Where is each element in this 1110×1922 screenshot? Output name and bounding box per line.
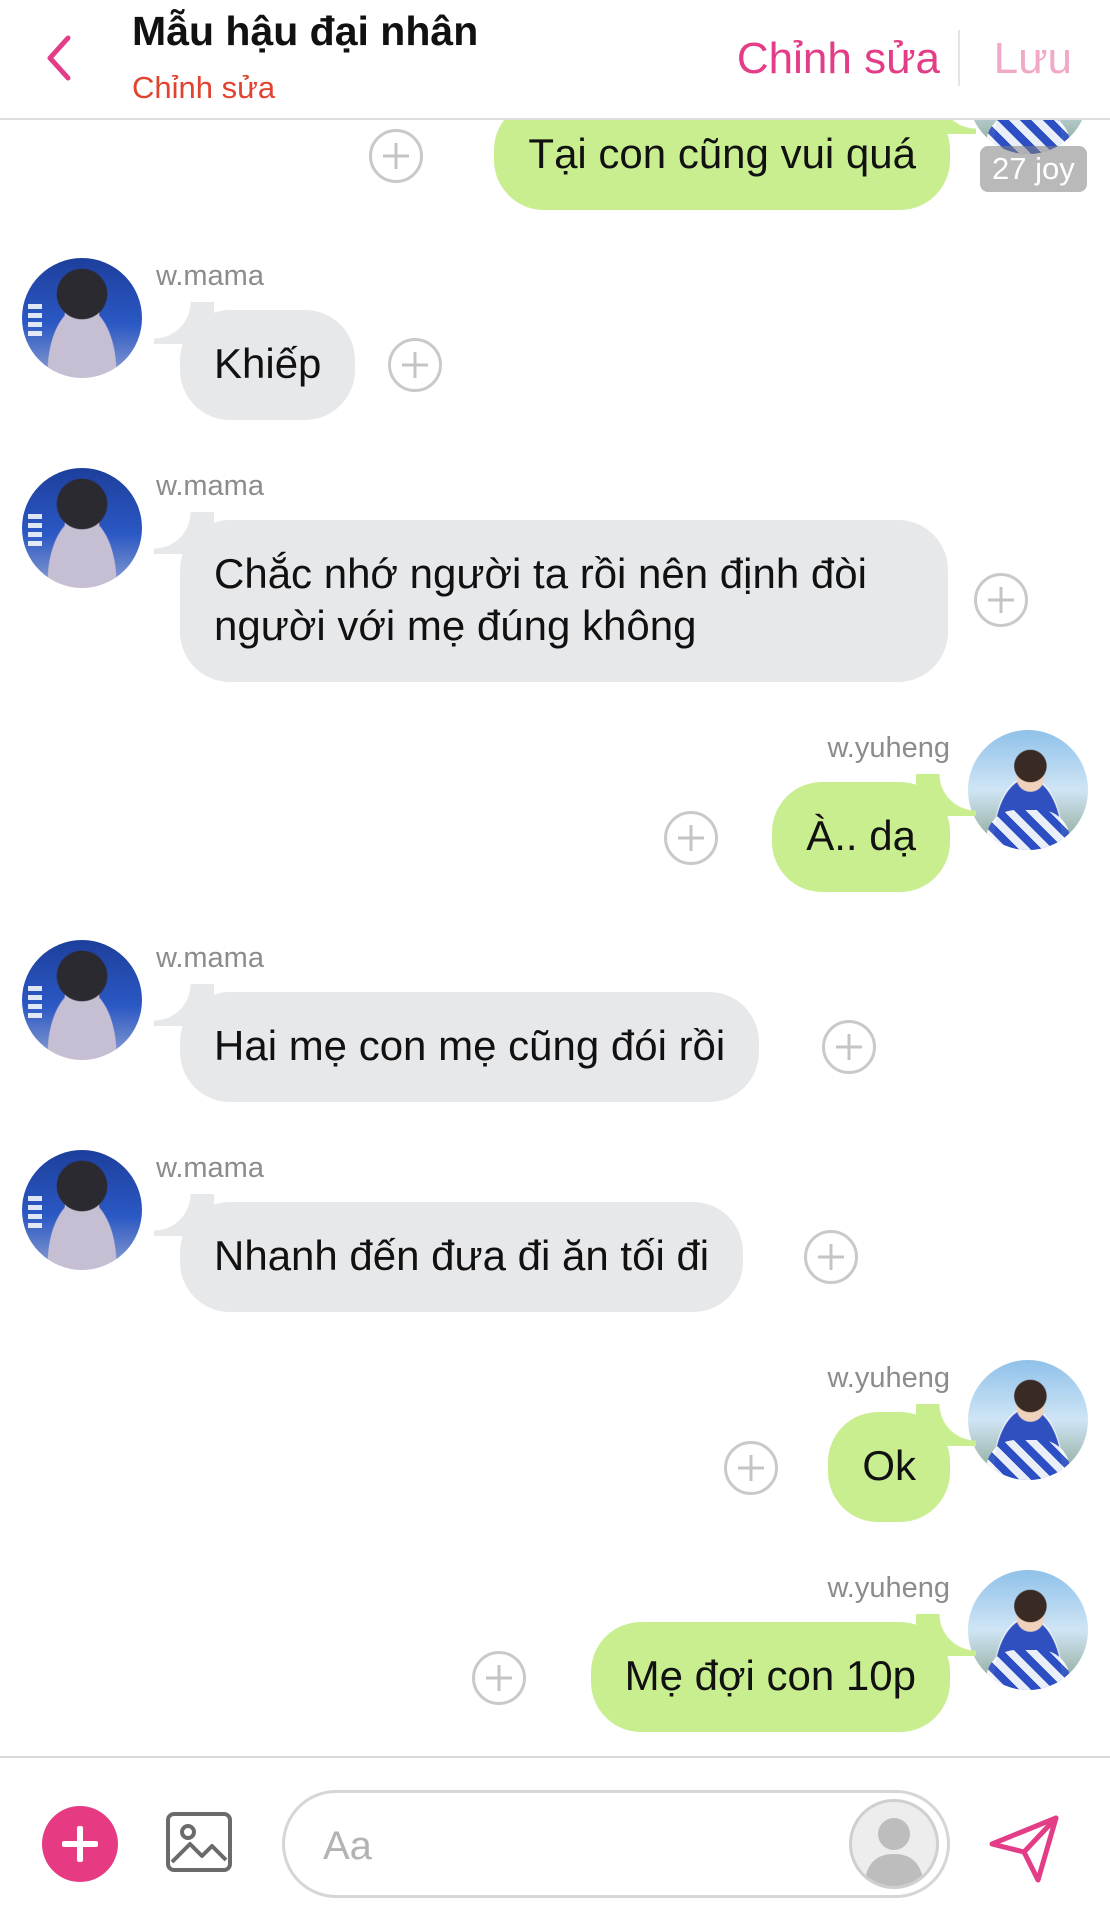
avatar[interactable] <box>968 1570 1088 1690</box>
avatar[interactable] <box>22 258 142 378</box>
sender-name: w.mama <box>156 942 264 974</box>
message-bubble[interactable]: Nhanh đến đưa đi ăn tối đi <box>153 1194 744 1312</box>
reaction-add-button[interactable] <box>388 338 442 392</box>
sender-name: w.yuheng <box>827 732 950 764</box>
back-button[interactable] <box>40 30 80 86</box>
reaction-add-button[interactable] <box>369 129 423 183</box>
edit-button[interactable]: Chỉnh sửa <box>737 34 940 84</box>
reaction-add-button[interactable] <box>974 573 1028 627</box>
sender-switch-button[interactable] <box>849 1799 939 1889</box>
reaction-add-button[interactable] <box>664 811 718 865</box>
save-button[interactable]: Lưu <box>994 34 1072 84</box>
add-attachment-button[interactable] <box>42 1806 118 1882</box>
message-bubble[interactable]: Khiếp <box>153 302 356 420</box>
avatar[interactable] <box>22 468 142 588</box>
sender-name: w.yuheng <box>827 1572 950 1604</box>
sender-name: w.yuheng <box>827 1362 950 1394</box>
send-button[interactable] <box>986 1810 1062 1886</box>
avatar[interactable] <box>22 940 142 1060</box>
header-divider <box>958 30 960 86</box>
sender-name: w.mama <box>156 470 264 502</box>
message-input-wrapper[interactable] <box>282 1790 950 1898</box>
timestamp-badge: 27 joy <box>980 146 1087 192</box>
reaction-add-button[interactable] <box>822 1020 876 1074</box>
message-bubble[interactable]: Mẹ đợi con 10p <box>590 1614 977 1732</box>
message-bubble[interactable]: À.. dạ <box>772 774 976 892</box>
sender-name: w.mama <box>156 260 264 292</box>
send-icon <box>989 1815 1059 1883</box>
chat-header: Mẫu hậu đại nhân Chỉnh sửa Chỉnh sửa Lưu <box>0 0 1110 120</box>
chat-subtitle[interactable]: Chỉnh sửa <box>132 70 275 106</box>
message-bubble[interactable]: Ok <box>828 1404 976 1522</box>
message-input[interactable] <box>321 1815 825 1877</box>
composer-bar <box>0 1756 1110 1922</box>
avatar[interactable] <box>968 1360 1088 1480</box>
avatar[interactable] <box>22 1150 142 1270</box>
chevron-left-icon <box>47 35 71 81</box>
message-bubble[interactable]: Hai mẹ con mẹ cũng đói rồi <box>153 984 760 1102</box>
image-picker-button[interactable] <box>164 1808 234 1878</box>
user-silhouette-icon <box>864 1818 924 1886</box>
reaction-add-button[interactable] <box>724 1441 778 1495</box>
image-icon <box>166 1812 232 1872</box>
reaction-add-button[interactable] <box>472 1651 526 1705</box>
message-bubble[interactable]: Chắc nhớ người ta rồi nên định đòi người… <box>154 512 948 682</box>
sender-name: w.mama <box>156 1152 264 1184</box>
chat-title: Mẫu hậu đại nhân <box>132 8 479 54</box>
reaction-add-button[interactable] <box>804 1230 858 1284</box>
avatar[interactable] <box>968 730 1088 850</box>
